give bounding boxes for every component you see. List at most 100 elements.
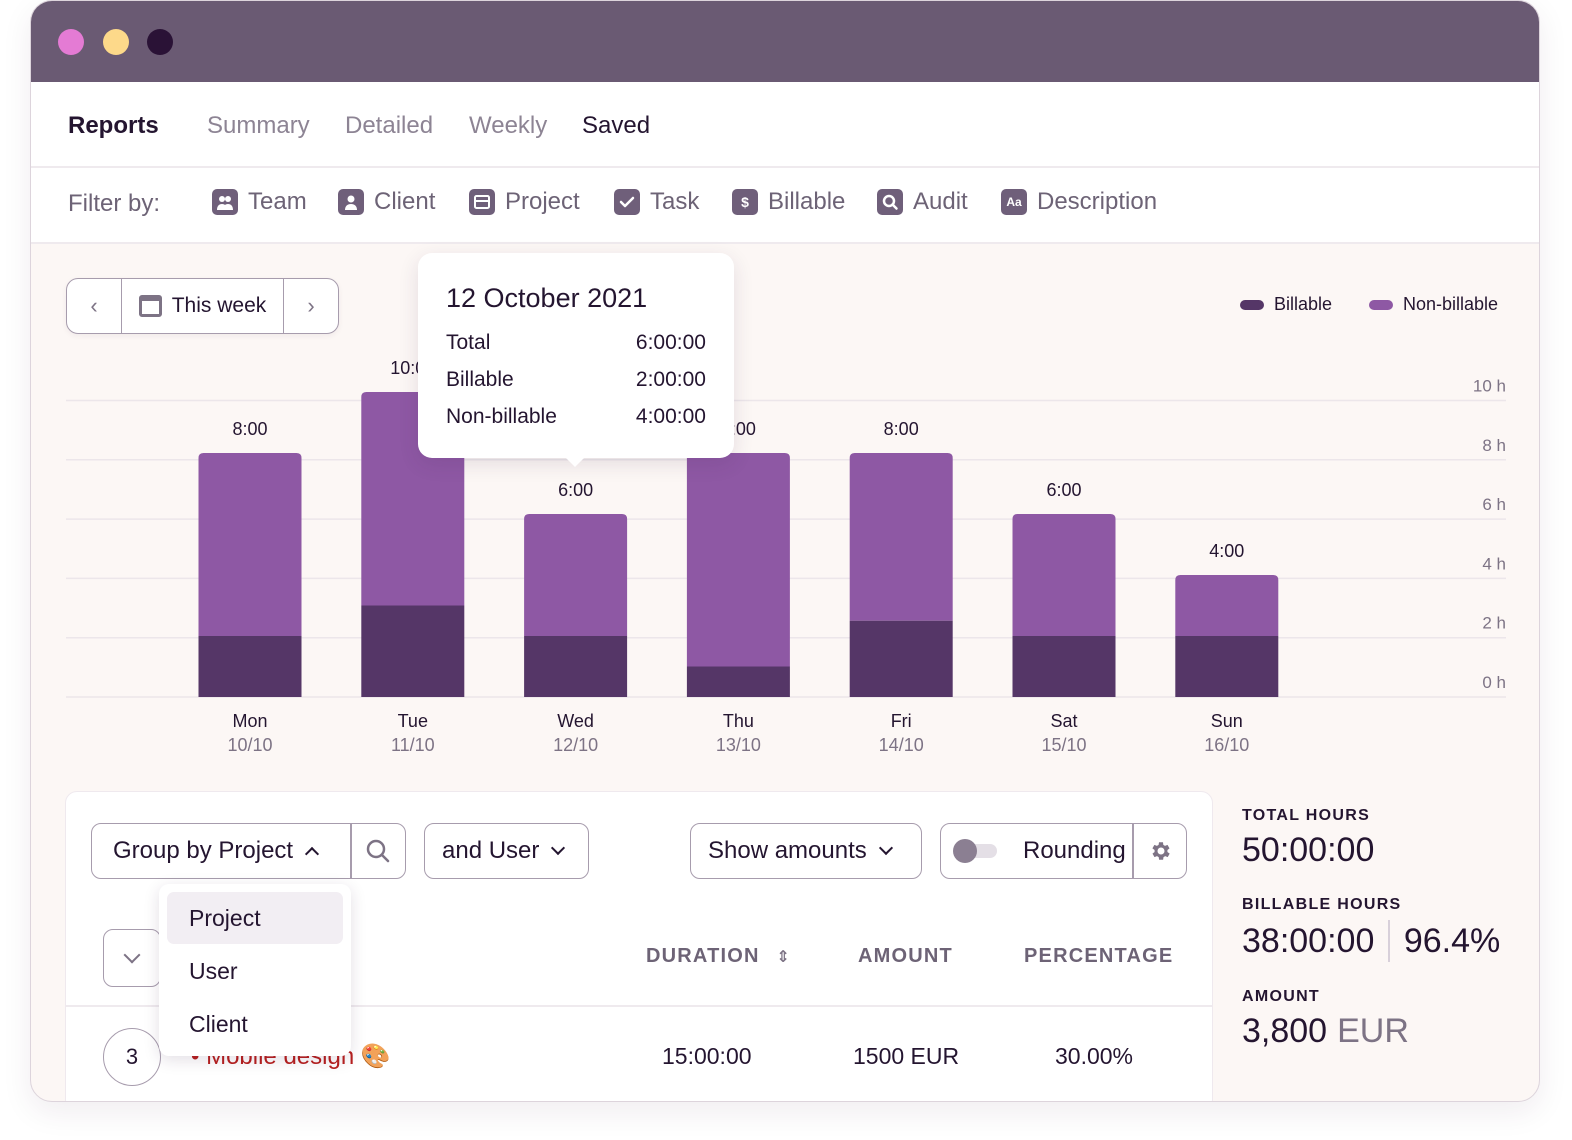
group-option-user[interactable]: User bbox=[167, 945, 343, 997]
reports-nav: Reports Summary Detailed Weekly Saved bbox=[31, 82, 1539, 168]
bar-non-billable bbox=[849, 453, 953, 621]
x-tick-label: Sun bbox=[1211, 711, 1243, 731]
row-percentage: 30.00% bbox=[1055, 1043, 1134, 1069]
x-tick-sublabel: 12/10 bbox=[553, 735, 598, 755]
chevron-right-icon: › bbox=[307, 293, 315, 318]
tab-weekly[interactable]: Weekly bbox=[469, 112, 547, 140]
bar-non-billable bbox=[1012, 514, 1116, 636]
filter-client[interactable]: Client bbox=[338, 188, 435, 216]
bar-billable bbox=[361, 605, 465, 697]
amount-currency: EUR bbox=[1337, 1012, 1409, 1050]
chevron-up-icon bbox=[305, 846, 320, 862]
y-tick-label: 4 h bbox=[1482, 554, 1506, 573]
previous-week-button[interactable]: ‹ bbox=[67, 279, 121, 333]
filter-project-label: Project bbox=[505, 188, 580, 215]
search-icon bbox=[367, 839, 390, 863]
close-window-button[interactable] bbox=[58, 29, 84, 55]
calendar-icon bbox=[138, 295, 162, 317]
column-duration[interactable]: DURATION ⇕ bbox=[646, 945, 791, 968]
y-tick-label: 6 h bbox=[1482, 495, 1506, 514]
bar-billable bbox=[198, 636, 302, 697]
filter-task[interactable]: Task bbox=[614, 188, 699, 216]
group-option-client[interactable]: Client bbox=[167, 998, 343, 1050]
tooltip-row-total: Total 6:00:00 bbox=[446, 324, 706, 361]
billable-icon: $ bbox=[732, 189, 758, 215]
x-tick-label: Tue bbox=[398, 711, 428, 731]
row-amount: 1500 EUR bbox=[853, 1043, 960, 1069]
filter-audit[interactable]: Audit bbox=[877, 188, 968, 216]
show-amounts-label: Show amounts bbox=[708, 837, 867, 864]
x-tick-label: Wed bbox=[557, 711, 594, 731]
chart-tooltip: 12 October 2021 Total 6:00:00 Billable 2… bbox=[418, 253, 734, 467]
tooltip-total-value: 6:00:00 bbox=[635, 331, 706, 354]
legend-billable-label: Billable bbox=[1274, 294, 1333, 314]
column-percentage: PERCENTAGE bbox=[1024, 945, 1174, 967]
filter-task-label: Task bbox=[650, 188, 700, 215]
legend-billable-swatch bbox=[1240, 299, 1264, 310]
billable-hours-row: 38:00:00 96.4% bbox=[1242, 920, 1500, 962]
rounding-toggle[interactable]: Rounding bbox=[941, 824, 1132, 878]
rounding-settings-button[interactable] bbox=[1134, 824, 1187, 878]
billable-hours-value: 38:00:00 bbox=[1242, 921, 1375, 960]
filter-project[interactable]: Project bbox=[469, 188, 580, 216]
rounding-label: Rounding bbox=[1023, 837, 1126, 864]
next-week-button[interactable]: › bbox=[284, 279, 338, 333]
tooltip-billable-label: Billable bbox=[446, 368, 514, 391]
group-by-control: Group by Project bbox=[91, 823, 406, 879]
total-hours-label: TOTAL HOURS bbox=[1242, 807, 1371, 824]
column-amount: AMOUNT bbox=[858, 945, 953, 967]
show-amounts-dropdown[interactable]: Show amounts bbox=[690, 823, 922, 879]
row-duration: 15:00:00 bbox=[662, 1043, 752, 1069]
tab-detailed[interactable]: Detailed bbox=[345, 112, 433, 140]
filter-bar: Filter by: Team Client Project Task $ Bi… bbox=[31, 168, 1539, 244]
filter-client-label: Client bbox=[374, 188, 436, 215]
filter-team-label: Team bbox=[248, 188, 307, 215]
tab-summary[interactable]: Summary bbox=[207, 112, 310, 140]
tooltip-non-billable-value: 4:00:00 bbox=[635, 405, 706, 428]
entry-count-badge[interactable]: 3 bbox=[103, 1028, 161, 1086]
minimize-window-button[interactable] bbox=[103, 29, 129, 55]
bar-total-label: 4:00 bbox=[1209, 541, 1244, 561]
x-tick-label: Fri bbox=[891, 711, 912, 731]
x-tick-sublabel: 14/10 bbox=[879, 735, 924, 755]
legend-non-billable: Non-billable bbox=[1369, 294, 1498, 315]
amount-row: 3,800 EUR bbox=[1242, 1012, 1500, 1051]
amount-value: 3,800 bbox=[1242, 1012, 1328, 1050]
group-by-menu: Project User Client bbox=[159, 884, 351, 1056]
group-option-project[interactable]: Project bbox=[167, 892, 343, 944]
toggle-track bbox=[953, 839, 997, 863]
collapse-all-button[interactable] bbox=[103, 929, 161, 987]
tab-saved[interactable]: Saved bbox=[582, 112, 650, 140]
maximize-window-button[interactable] bbox=[147, 29, 173, 55]
tooltip-date: 12 October 2021 bbox=[446, 283, 648, 313]
group-by-label: Group by Project bbox=[113, 837, 294, 864]
group-by-dropdown[interactable]: Group by Project bbox=[92, 824, 350, 878]
divider bbox=[1388, 920, 1390, 962]
project-icon bbox=[469, 189, 495, 215]
billable-hours-label: BILLABLE HOURS bbox=[1242, 896, 1402, 913]
and-user-dropdown[interactable]: and User bbox=[424, 823, 589, 879]
bar-non-billable bbox=[1175, 575, 1279, 636]
week-range-button[interactable]: This week bbox=[121, 279, 284, 333]
x-tick-label: Thu bbox=[723, 711, 754, 731]
x-tick-label: Sat bbox=[1050, 711, 1077, 731]
legend-billable: Billable bbox=[1240, 294, 1332, 315]
week-picker: ‹ This week › bbox=[66, 278, 339, 334]
and-user-label: and User bbox=[442, 837, 540, 864]
bar-non-billable bbox=[524, 514, 628, 636]
legend-non-billable-swatch bbox=[1369, 299, 1393, 310]
chevron-left-icon: ‹ bbox=[90, 293, 98, 318]
bar-total-label: 8:00 bbox=[232, 419, 267, 439]
tooltip-billable-value: 2:00:00 bbox=[635, 368, 706, 391]
chevron-down-icon bbox=[551, 840, 566, 856]
filter-description[interactable]: Aa Description bbox=[1001, 188, 1157, 216]
bar-billable bbox=[1012, 636, 1116, 697]
column-duration-label: DURATION bbox=[646, 945, 760, 967]
y-tick-label: 0 h bbox=[1482, 673, 1506, 692]
chevron-down-icon bbox=[878, 840, 893, 856]
filter-billable[interactable]: $ Billable bbox=[732, 188, 845, 216]
week-range-label: This week bbox=[171, 294, 267, 317]
filter-team[interactable]: Team bbox=[212, 188, 307, 216]
bar-total-label: 6:00 bbox=[558, 480, 593, 500]
group-search-button[interactable] bbox=[352, 824, 406, 878]
